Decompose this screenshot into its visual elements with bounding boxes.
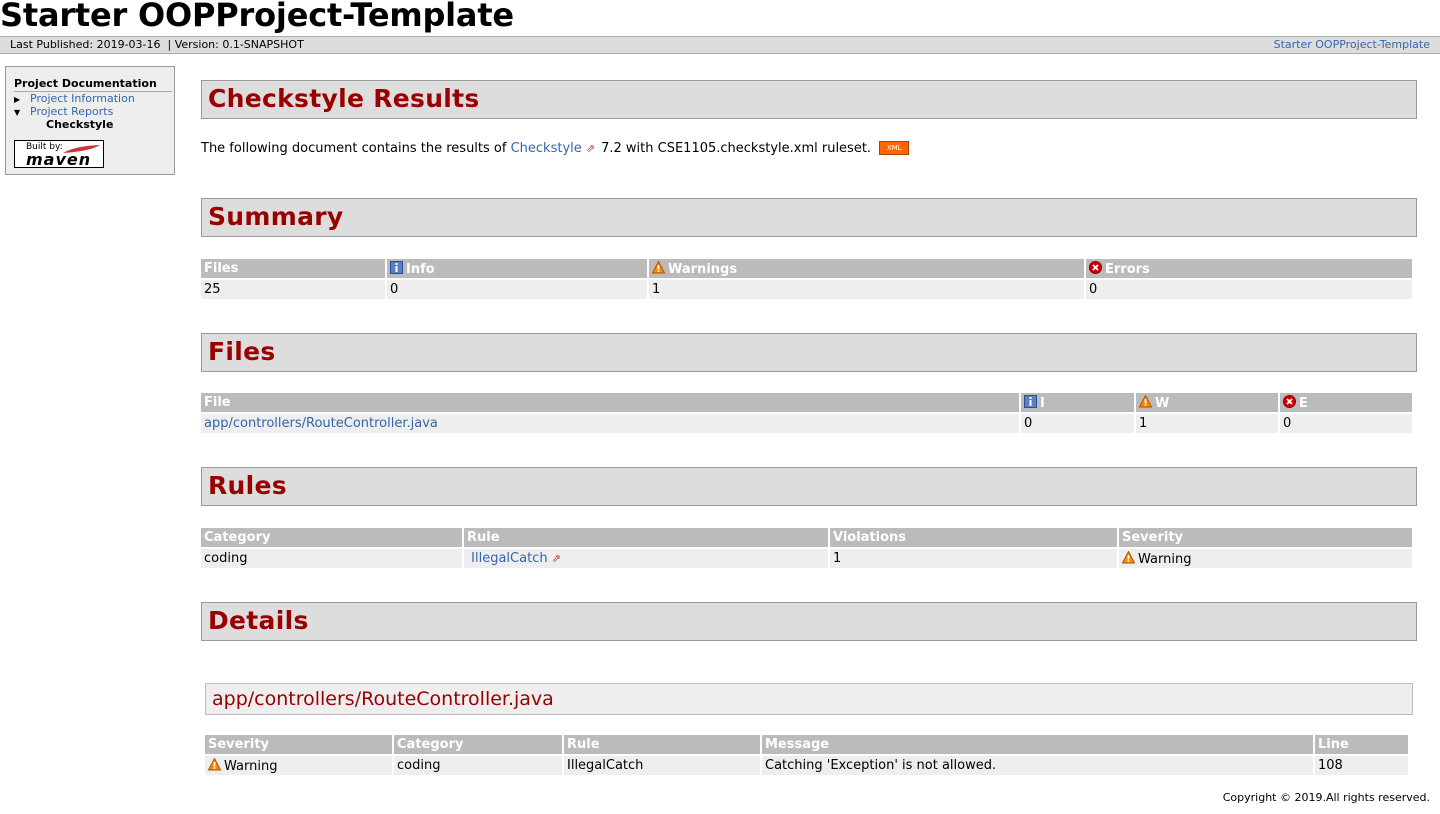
summary-table: Files Info Warnings Errors 25 0 1 0 — [199, 257, 1414, 301]
error-icon — [1089, 261, 1102, 274]
summary-info-count: 0 — [387, 280, 647, 299]
files-header-info: I — [1021, 393, 1134, 412]
details-table: Severity Category Rule Message Line Warn… — [203, 733, 1410, 777]
triangle-down-icon: ▼ — [14, 108, 21, 117]
summary-warnings-count: 1 — [649, 280, 1084, 299]
files-header-file: File — [201, 393, 1019, 412]
rules-header-violations: Violations — [830, 528, 1117, 547]
left-nav: Project Documentation ▶ Project Informati… — [5, 66, 175, 175]
section-title: Summary — [208, 202, 344, 231]
rules-header-category: Category — [201, 528, 462, 547]
nav-item-label[interactable]: Project Reports — [30, 105, 113, 118]
rule-link[interactable]: IllegalCatch — [471, 551, 547, 566]
error-icon — [1283, 395, 1296, 408]
publish-info: Last Published: 2019-03-16 | Version: 0.… — [10, 38, 304, 51]
section-title: Files — [208, 337, 276, 366]
rule-category: coding — [201, 549, 462, 568]
xml-badge[interactable]: XML — [879, 141, 910, 155]
checkstyle-link[interactable]: Checkstyle — [511, 141, 582, 156]
banner-title: Starter OOPProject-Template — [0, 0, 514, 34]
external-link-icon: ⇗ — [585, 142, 595, 155]
warning-icon — [1139, 395, 1152, 408]
section-title: Rules — [208, 471, 287, 500]
section-checkstyle-results: Checkstyle Results — [201, 80, 1417, 119]
rule-violations: 1 — [830, 549, 1117, 568]
nav-item-checkstyle: Checkstyle — [46, 118, 114, 131]
section-title: Checkstyle Results — [208, 84, 480, 113]
warning-icon — [208, 758, 221, 771]
warning-icon — [652, 261, 665, 274]
nav-heading: Project Documentation — [14, 77, 172, 92]
info-icon — [1024, 395, 1037, 408]
detail-rule: IllegalCatch — [564, 756, 760, 775]
section-files: Files — [201, 333, 1417, 372]
summary-errors-count: 0 — [1086, 280, 1412, 299]
table-row: 25 0 1 0 — [201, 280, 1412, 299]
intro-text: The following document contains the resu… — [201, 141, 910, 156]
section-summary: Summary — [201, 198, 1417, 237]
table-row: coding IllegalCatch ⇗ 1 Warning — [201, 549, 1412, 568]
section-details: Details — [201, 602, 1417, 641]
detail-category: coding — [394, 756, 562, 775]
summary-header-errors: Errors — [1086, 259, 1412, 278]
section-rules: Rules — [201, 467, 1417, 506]
rules-table: Category Rule Violations Severity coding… — [199, 526, 1414, 570]
project-home-link[interactable]: Starter OOPProject-Template — [1274, 37, 1430, 53]
external-link-icon: ⇗ — [551, 552, 561, 565]
details-file-title: app/controllers/RouteController.java — [212, 688, 554, 710]
info-icon — [390, 261, 403, 274]
intro-prefix: The following document contains the resu… — [201, 141, 511, 156]
nav-item-project-information[interactable]: ▶ Project Information — [14, 92, 135, 105]
summary-header-files: Files — [201, 259, 385, 278]
detail-message: Catching 'Exception' is not allowed. — [762, 756, 1313, 775]
details-header-rule: Rule — [564, 735, 760, 754]
triangle-right-icon: ▶ — [14, 95, 21, 104]
banner: Starter OOPProject-Template — [0, 0, 1440, 36]
details-header-category: Category — [394, 735, 562, 754]
rules-header-rule: Rule — [464, 528, 828, 547]
details-header-severity: Severity — [205, 735, 392, 754]
details-header-line: Line — [1315, 735, 1408, 754]
files-table: File I W E app/controllers/RouteControll… — [199, 391, 1414, 435]
file-info-count: 0 — [1021, 414, 1134, 433]
breadcrumbs: Last Published: 2019-03-16 | Version: 0.… — [0, 36, 1440, 54]
intro-suffix: 7.2 with CSE1105.checkstyle.xml ruleset. — [596, 141, 872, 156]
maven-badge[interactable]: Built by: maven — [14, 140, 104, 169]
detail-line: 108 — [1315, 756, 1408, 775]
rule-severity: Warning — [1119, 549, 1412, 568]
details-header-message: Message — [762, 735, 1313, 754]
section-title: Details — [208, 606, 309, 635]
feather-icon — [63, 145, 100, 153]
table-row: app/controllers/RouteController.java 0 1… — [201, 414, 1412, 433]
file-cell: app/controllers/RouteController.java — [201, 414, 1019, 433]
rules-header-severity: Severity — [1119, 528, 1412, 547]
footer-copyright: Copyright © 2019.All rights reserved. — [1222, 791, 1430, 804]
details-file-heading: app/controllers/RouteController.java — [205, 683, 1413, 715]
warning-icon — [1122, 551, 1135, 564]
summary-header-info: Info — [387, 259, 647, 278]
files-header-errors: E — [1280, 393, 1412, 412]
file-link[interactable]: app/controllers/RouteController.java — [204, 416, 438, 431]
nav-item-label[interactable]: Project Information — [30, 92, 135, 105]
files-header-warnings: W — [1136, 393, 1278, 412]
file-errors-count: 0 — [1280, 414, 1412, 433]
detail-severity: Warning — [205, 756, 392, 775]
summary-header-warnings: Warnings — [649, 259, 1084, 278]
rule-cell: IllegalCatch ⇗ — [464, 549, 828, 568]
summary-files-count: 25 — [201, 280, 385, 299]
table-row: Warning coding IllegalCatch Catching 'Ex… — [205, 756, 1408, 775]
nav-item-project-reports[interactable]: ▼ Project Reports — [14, 105, 113, 118]
file-warnings-count: 1 — [1136, 414, 1278, 433]
